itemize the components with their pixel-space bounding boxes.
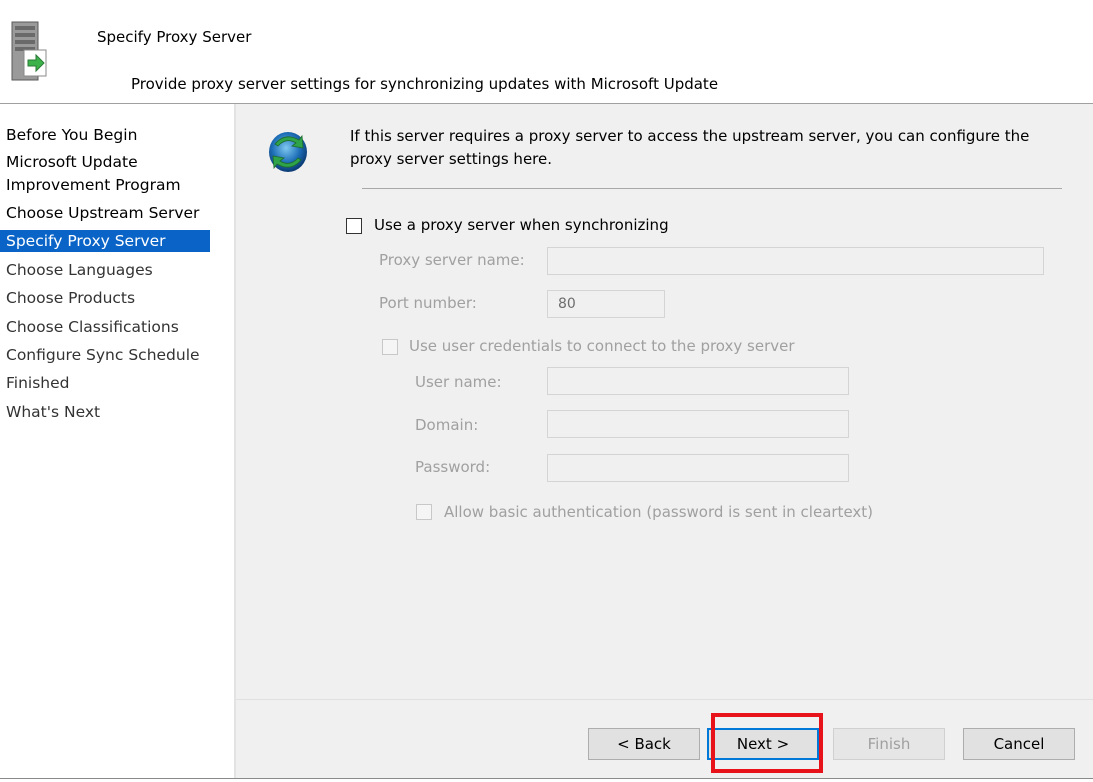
page-subtitle: Provide proxy server settings for synchr…	[131, 75, 719, 93]
proxy-server-name-input[interactable]	[547, 247, 1044, 275]
intro-line-2: proxy server settings here.	[350, 150, 553, 168]
use-proxy-checkbox[interactable]	[346, 218, 362, 234]
nav-step-choose-upstream-server[interactable]: Choose Upstream Server	[0, 202, 210, 224]
proxy-server-name-label: Proxy server name:	[379, 251, 525, 269]
nav-step-specify-proxy-server[interactable]: Specify Proxy Server	[0, 230, 210, 252]
nav-step-choose-classifications[interactable]: Choose Classifications	[0, 316, 210, 338]
sync-icon	[269, 132, 307, 172]
use-credentials-label[interactable]: Use user credentials to connect to the p…	[409, 337, 795, 355]
domain-label: Domain:	[415, 416, 479, 434]
password-input[interactable]	[547, 454, 849, 482]
password-label: Password:	[415, 458, 491, 476]
use-proxy-label[interactable]: Use a proxy server when synchronizing	[374, 216, 669, 234]
nav-step-choose-languages[interactable]: Choose Languages	[0, 259, 210, 281]
nav-step-choose-products[interactable]: Choose Products	[0, 287, 210, 309]
nav-step-improvement-program[interactable]: Improvement Program	[0, 174, 210, 196]
port-number-input[interactable]: 80	[547, 290, 665, 318]
domain-input[interactable]	[547, 410, 849, 438]
wizard-header: Specify Proxy Server Provide proxy serve…	[0, 0, 1093, 104]
next-button[interactable]: Next >	[707, 728, 819, 760]
content-panel	[236, 104, 1093, 699]
page-title: Specify Proxy Server	[97, 28, 252, 46]
user-name-input[interactable]	[547, 367, 849, 395]
nav-step-configure-sync-schedule[interactable]: Configure Sync Schedule	[0, 344, 210, 366]
nav-step-whats-next[interactable]: What's Next	[0, 401, 210, 423]
wizard-steps-nav: Before You Begin Microsoft Update Improv…	[0, 104, 234, 778]
basic-auth-label[interactable]: Allow basic authentication (password is …	[444, 503, 873, 521]
nav-step-finished[interactable]: Finished	[0, 372, 210, 394]
nav-step-microsoft-update[interactable]: Microsoft Update	[0, 151, 210, 173]
use-credentials-checkbox[interactable]	[382, 339, 398, 355]
server-wizard-icon	[11, 21, 47, 81]
back-button[interactable]: < Back	[588, 728, 700, 760]
intro-line-1: If this server requires a proxy server t…	[350, 127, 1030, 145]
bottom-divider	[0, 778, 1093, 779]
content-divider	[362, 188, 1062, 189]
intro-text: If this server requires a proxy server t…	[350, 125, 1070, 171]
cancel-button[interactable]: Cancel	[963, 728, 1075, 760]
basic-auth-checkbox[interactable]	[416, 504, 432, 520]
port-number-label: Port number:	[379, 294, 477, 312]
user-name-label: User name:	[415, 373, 502, 391]
finish-button[interactable]: Finish	[833, 728, 945, 760]
nav-step-before-you-begin[interactable]: Before You Begin	[0, 124, 210, 146]
